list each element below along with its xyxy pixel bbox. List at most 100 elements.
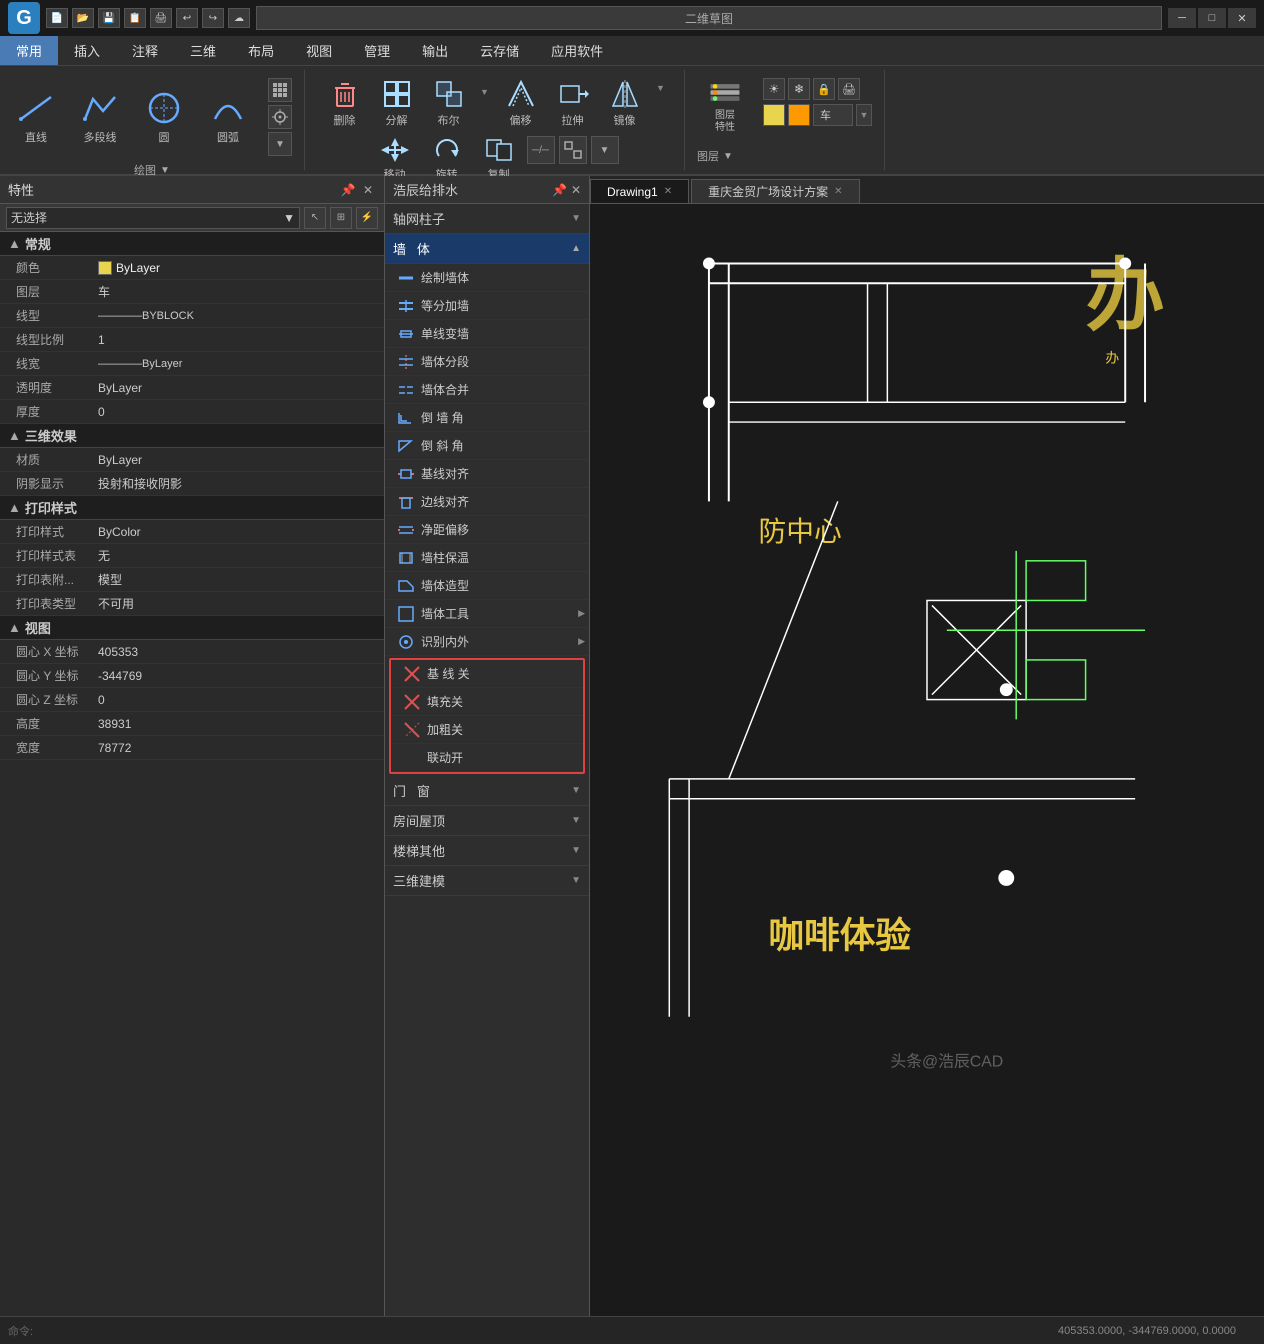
menu-fill-off[interactable]: 填充关 xyxy=(391,688,583,716)
menu-rooms-roof[interactable]: 房间屋顶 xyxy=(385,806,589,836)
arc-tool[interactable]: 圆弧 xyxy=(200,85,256,149)
maximize-button[interactable]: □ xyxy=(1198,8,1226,28)
stretch-tool[interactable]: 拉伸 xyxy=(549,74,597,132)
menu-equal-wall[interactable]: 等分加墙 xyxy=(385,292,589,320)
menu-item-view[interactable]: 视图 xyxy=(290,36,348,65)
boolean-dropdown[interactable]: ▼ xyxy=(477,80,493,104)
tab-drawing1[interactable]: Drawing1 ✕ xyxy=(590,179,689,203)
menu-bold-off[interactable]: 加粗关 xyxy=(391,716,583,744)
menu-wall-corner[interactable]: 倒 墙 角 xyxy=(385,404,589,432)
menu-single-line-wall[interactable]: 单线变墙 xyxy=(385,320,589,348)
mirror-tool[interactable]: 镜像 xyxy=(601,74,649,132)
delete-tool[interactable]: 删除 xyxy=(321,74,369,132)
menu-net-offset[interactable]: 净距偏移 xyxy=(385,516,589,544)
section-view[interactable]: ▲ 视图 xyxy=(0,616,384,640)
pin-icon[interactable]: 📌 xyxy=(340,182,356,198)
modify-extra-btn2[interactable] xyxy=(559,136,587,164)
selection-dropdown[interactable]: 无选择 ▼ xyxy=(6,207,300,229)
menu-doors-windows[interactable]: 门 窗 xyxy=(385,776,589,806)
menu-draw-wall[interactable]: 绘制墙体 xyxy=(385,264,589,292)
menu-identify-inout[interactable]: 识别内外 xyxy=(385,628,589,656)
menu-link-on[interactable]: 联动开 xyxy=(391,744,583,772)
menu-item-common[interactable]: 常用 xyxy=(0,36,58,65)
more-modify-btn[interactable]: ▼ xyxy=(653,80,669,96)
tab-chongqing[interactable]: 重庆金贸广场设计方案 ✕ xyxy=(691,179,859,203)
layer-icon-print[interactable]: 🖨 xyxy=(838,78,860,100)
layer-section-label: 图层 ▼ xyxy=(693,146,876,166)
draw-more-btn[interactable] xyxy=(268,78,292,102)
layer-properties-btn[interactable]: 图层特性 xyxy=(693,74,757,138)
layer-color-swatch-yellow[interactable] xyxy=(763,104,785,126)
drawing-canvas[interactable]: 办 办 xyxy=(590,204,1264,1316)
new-file-icon[interactable]: 📄 xyxy=(46,8,68,28)
menu-3d-modeling[interactable]: 三维建模 xyxy=(385,866,589,896)
save-icon[interactable]: 💾 xyxy=(98,8,120,28)
draw-extra-btn[interactable]: ▼ xyxy=(268,132,292,156)
close-panel-icon[interactable]: ✕ xyxy=(360,182,376,198)
menu-wall[interactable]: 墙 体 xyxy=(385,234,589,264)
save-as-icon[interactable]: 📋 xyxy=(124,8,146,28)
modify-extra-btn1[interactable]: ─/─ xyxy=(527,136,555,164)
explode-tool[interactable]: 分解 xyxy=(373,74,421,132)
menu-wall-insulate[interactable]: 墙柱保温 xyxy=(385,544,589,572)
menu-item-manage[interactable]: 管理 xyxy=(348,36,406,65)
circle-tool[interactable]: 圆 xyxy=(136,85,192,149)
menu-item-apps[interactable]: 应用软件 xyxy=(535,36,619,65)
line-tool[interactable]: 直线 xyxy=(8,85,64,149)
layer-name-display[interactable]: 车 xyxy=(813,104,853,126)
menu-baseline-align[interactable]: 基线对齐 xyxy=(385,460,589,488)
print-icon[interactable]: 🖨 xyxy=(150,8,172,28)
prop-color: 颜色 ByLayer xyxy=(0,256,384,280)
menu-wall-shape[interactable]: 墙体造型 xyxy=(385,572,589,600)
redo-icon[interactable]: ↪ xyxy=(202,8,224,28)
single-line-wall-icon xyxy=(397,325,415,343)
section-3d[interactable]: ▲ 三维效果 xyxy=(0,424,384,448)
menu-edge-align[interactable]: 边线对齐 xyxy=(385,488,589,516)
polyline-tool[interactable]: 多段线 xyxy=(72,85,128,149)
menu-wall-merge[interactable]: 墙体合并 xyxy=(385,376,589,404)
layer-dropdown-btn[interactable]: ▼ xyxy=(856,104,872,126)
menu-axis-grid[interactable]: 轴网柱子 xyxy=(385,204,589,234)
menu-item-insert[interactable]: 插入 xyxy=(58,36,116,65)
menu-wall-tools[interactable]: 墙体工具 xyxy=(385,600,589,628)
menu-item-output[interactable]: 输出 xyxy=(406,36,464,65)
menu-item-cloud[interactable]: 云存储 xyxy=(464,36,535,65)
select-quick-btn[interactable]: ⊞ xyxy=(330,207,352,229)
layer-icon-snowflake[interactable]: ❄ xyxy=(788,78,810,100)
menu-stairs-other[interactable]: 楼梯其他 xyxy=(385,836,589,866)
open-file-icon[interactable]: 📂 xyxy=(72,8,94,28)
section-general[interactable]: ▲ 常规 xyxy=(0,232,384,256)
menu-item-layout[interactable]: 布局 xyxy=(232,36,290,65)
layer-color-swatch-orange[interactable] xyxy=(788,104,810,126)
minimize-button[interactable]: ─ xyxy=(1168,8,1196,28)
toggle-display-btn[interactable]: ⚡ xyxy=(356,207,378,229)
properties-panel-header: 特性 📌 ✕ xyxy=(0,176,384,204)
tab-close-drawing1[interactable]: ✕ xyxy=(664,186,672,197)
menu-wall-segment[interactable]: 墙体分段 xyxy=(385,348,589,376)
undo-icon[interactable]: ↩ xyxy=(176,8,198,28)
menu-baseline-off[interactable]: 基 线 关 xyxy=(391,660,583,688)
draw-snap-btn[interactable] xyxy=(268,105,292,129)
cloud-icon[interactable]: ☁ xyxy=(228,8,250,28)
layer-icon-sun[interactable]: ☀ xyxy=(763,78,785,100)
section-print[interactable]: ▲ 打印样式 xyxy=(0,496,384,520)
select-all-btn[interactable]: ↖ xyxy=(304,207,326,229)
menu-wall-bevel[interactable]: 倒 斜 角 xyxy=(385,432,589,460)
tab-close-chongqing[interactable]: ✕ xyxy=(834,186,842,197)
boolean-tool[interactable]: 布尔 xyxy=(425,74,473,132)
prop-width: 宽度 78772 xyxy=(0,736,384,760)
offset-tool[interactable]: 偏移 xyxy=(497,74,545,132)
identify-inout-icon xyxy=(397,633,415,651)
main-area: 特性 📌 ✕ 无选择 ▼ ↖ ⊞ ⚡ ▲ 常规 颜色 xyxy=(0,176,1264,1316)
close-drainage-icon[interactable]: ✕ xyxy=(571,183,581,197)
menu-item-3d[interactable]: 三维 xyxy=(174,36,232,65)
draw-wall-icon xyxy=(397,269,415,287)
pin-drainage-icon[interactable]: 📌 xyxy=(552,183,567,197)
close-button[interactable]: ✕ xyxy=(1228,8,1256,28)
layer-icon-lock[interactable]: 🔒 xyxy=(813,78,835,100)
properties-panel: 特性 📌 ✕ 无选择 ▼ ↖ ⊞ ⚡ ▲ 常规 颜色 xyxy=(0,176,385,1316)
menu-item-annotation[interactable]: 注释 xyxy=(116,36,174,65)
canvas-tabs: Drawing1 ✕ 重庆金贸广场设计方案 ✕ xyxy=(590,176,1264,204)
svg-text:咖啡体验: 咖啡体验 xyxy=(768,915,911,955)
modify-extra-btn3[interactable]: ▼ xyxy=(591,136,619,164)
